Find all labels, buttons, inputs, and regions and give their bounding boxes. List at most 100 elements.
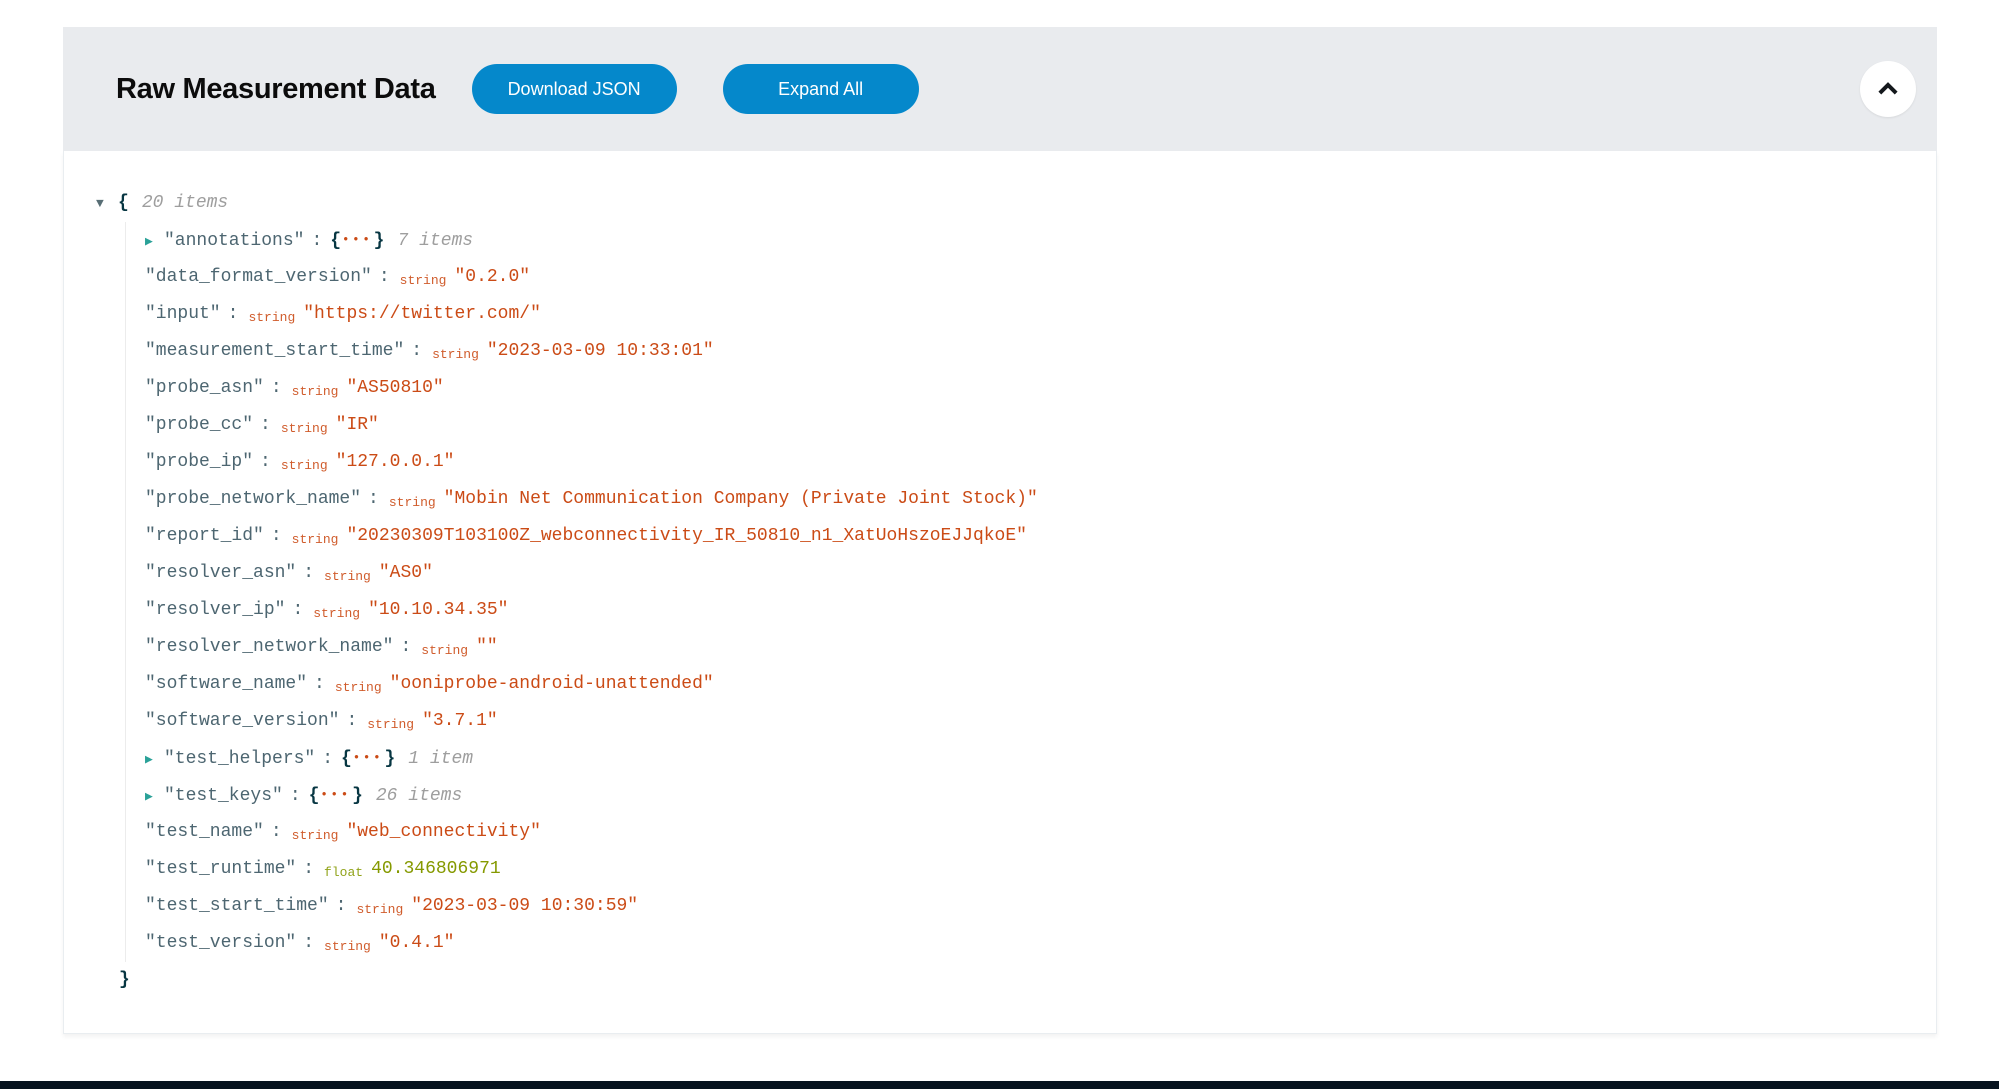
json-key: "resolver_ip": [145, 600, 286, 620]
value-type-label: float: [324, 865, 364, 880]
colon: :: [303, 563, 315, 583]
value-type-label: string: [291, 384, 339, 399]
json-value: "127.0.0.1": [335, 452, 455, 472]
json-row-test_version: "test_version": string "0.4.1": [145, 925, 1916, 962]
value-type-label: string: [280, 458, 328, 473]
download-json-button[interactable]: Download JSON: [471, 64, 677, 114]
close-brace: }: [384, 749, 396, 769]
json-row-test_name: "test_name": string "web_connectivity": [145, 814, 1916, 851]
json-row-resolver_asn: "resolver_asn": string "AS0": [145, 555, 1916, 592]
open-brace: {: [330, 231, 342, 251]
collapse-section-button[interactable]: [1860, 61, 1916, 117]
json-key: "test_name": [145, 822, 264, 842]
json-row-test_start_time: "test_start_time": string "2023-03-09 10:3…: [145, 888, 1916, 925]
open-brace: {: [341, 749, 352, 769]
json-value: "2023-03-09 10:30:59": [411, 896, 639, 916]
value-type-label: string: [313, 606, 361, 621]
colon: :: [311, 231, 323, 251]
json-key: "test_start_time": [145, 896, 329, 916]
expand-all-button[interactable]: Expand All: [722, 64, 919, 114]
chevron-up-icon: [1878, 82, 1898, 95]
json-key: "test_keys": [164, 786, 283, 806]
json-value: "web_connectivity": [346, 822, 541, 842]
colon: :: [270, 378, 282, 398]
json-key: "probe_ip": [145, 452, 254, 472]
section-title: Raw Measurement Data: [116, 72, 436, 105]
json-key: "probe_asn": [145, 378, 264, 398]
value-type-label: string: [334, 680, 382, 695]
json-value: "ooniprobe-android-unattended": [389, 674, 714, 694]
value-type-label: string: [367, 717, 415, 732]
ellipsis: •••: [320, 788, 352, 802]
expand-node-icon[interactable]: ▶: [145, 741, 157, 778]
json-key: "probe_cc": [145, 415, 254, 435]
json-key: "software_version": [145, 711, 340, 731]
json-row-measurement_start_time: "measurement_start_time": string "2023-03-…: [145, 333, 1916, 370]
value-type-label: string: [421, 643, 469, 658]
json-value: "AS0": [378, 563, 433, 583]
root-item-count: 20 items: [141, 193, 229, 213]
colon: :: [314, 674, 325, 694]
colon: :: [346, 711, 358, 731]
ellipsis: •••: [352, 751, 384, 765]
json-row-annotations: ▶ "annotations": {•••} 7 items: [145, 222, 1916, 259]
json-row-probe_network_name: "probe_network_name": string "Mobin Net Co…: [145, 481, 1916, 518]
collapsed-object-toggle[interactable]: {•••}: [309, 786, 363, 806]
json-row-resolver_network_name: "resolver_network_name": string "": [145, 629, 1916, 666]
json-close-line: }: [96, 962, 1916, 999]
colon: :: [227, 304, 239, 324]
json-value: "20230309T103100Z_webconnectivity_IR_508…: [346, 526, 1027, 546]
json-value: "0.4.1": [378, 933, 455, 953]
json-key: "measurement_start_time": [145, 341, 405, 361]
json-key: "report_id": [145, 526, 264, 546]
colon: :: [335, 896, 347, 916]
value-type-label: string: [356, 902, 404, 917]
value-type-label: string: [291, 828, 339, 843]
colon: :: [260, 452, 271, 472]
close-brace: }: [352, 786, 363, 806]
value-type-label: string: [399, 273, 447, 288]
open-brace: {: [308, 786, 320, 806]
raw-measurement-card: Raw Measurement Data Download JSON Expan…: [63, 27, 1937, 1034]
json-viewer-panel: ▼{20 items ▶ "annotations": {•••} 7 items "d…: [63, 151, 1937, 1034]
open-brace: {: [118, 193, 129, 213]
json-key: "input": [145, 304, 221, 324]
json-row-test_helpers: ▶ "test_helpers": {•••} 1 item: [145, 740, 1916, 777]
expand-node-icon[interactable]: ▶: [145, 223, 157, 260]
colon: :: [270, 822, 282, 842]
json-key: "probe_network_name": [145, 489, 362, 509]
json-key: "test_helpers": [164, 749, 316, 769]
json-value: "IR": [335, 415, 379, 435]
json-key: "test_version": [145, 933, 297, 953]
colon: :: [303, 859, 315, 879]
json-value: "3.7.1": [422, 711, 498, 731]
json-value: "2023-03-09 10:33:01": [486, 341, 714, 361]
colon: :: [322, 749, 334, 769]
raw-measurement-header: Raw Measurement Data Download JSON Expan…: [63, 27, 1937, 151]
value-type-label: string: [324, 569, 371, 584]
json-root-line: ▼ {20 items: [96, 185, 1916, 222]
json-value: "": [476, 637, 498, 657]
json-value: "10.10.34.35": [368, 600, 509, 620]
value-type-label: string: [324, 939, 371, 954]
json-key: "data_format_version": [145, 267, 372, 287]
json-row-test_runtime: "test_runtime": float 40.346806971: [145, 851, 1916, 888]
collapse-root-icon[interactable]: ▼: [96, 185, 110, 222]
json-children: ▶ "annotations": {•••} 7 items "data_format_…: [125, 222, 1916, 962]
json-row-probe_cc: "probe_cc": string "IR": [145, 407, 1916, 444]
colon: :: [368, 489, 379, 509]
json-row-probe_ip: "probe_ip": string "127.0.0.1": [145, 444, 1916, 481]
collapsed-object-toggle[interactable]: {•••}: [341, 749, 395, 769]
collapsed-object-toggle[interactable]: {•••}: [330, 231, 384, 251]
json-value: "https://twitter.com/": [303, 304, 541, 324]
json-value: "Mobin Net Communication Company (Privat…: [443, 489, 1038, 509]
expand-node-icon[interactable]: ▶: [145, 778, 157, 815]
colon: :: [292, 600, 304, 620]
footer-top-bar: [0, 1081, 1999, 1089]
json-key: "test_runtime": [145, 859, 297, 879]
json-row-probe_asn: "probe_asn": string "AS50810": [145, 370, 1916, 407]
json-row-test_keys: ▶ "test_keys": {•••} 26 items: [145, 777, 1916, 814]
colon: :: [378, 267, 390, 287]
json-row-resolver_ip: "resolver_ip": string "10.10.34.35": [145, 592, 1916, 629]
value-type-label: string: [291, 532, 339, 547]
